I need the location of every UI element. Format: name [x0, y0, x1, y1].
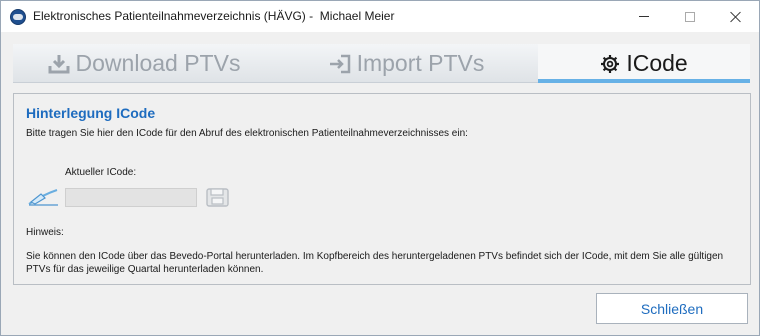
- tab-import-ptvs[interactable]: Import PTVs: [275, 44, 538, 83]
- tab-download-ptvs[interactable]: Download PTVs: [13, 44, 275, 83]
- save-disk-icon: [206, 188, 229, 207]
- icode-input[interactable]: [65, 188, 197, 207]
- hint-text: Sie können den ICode über das Bevedo-Por…: [26, 251, 724, 275]
- close-window-button[interactable]: [713, 1, 759, 32]
- import-icon: [329, 54, 350, 73]
- icode-field-label: Aktueller ICode:: [65, 167, 137, 178]
- minimize-icon: [639, 16, 649, 17]
- save-icode-button[interactable]: [204, 187, 231, 208]
- app-logo-icon: [10, 9, 26, 25]
- gear-icon: [601, 54, 620, 73]
- app-window: Elektronisches Patienteilnahmeverzeichni…: [0, 0, 760, 336]
- close-button[interactable]: Schließen: [596, 293, 748, 324]
- intro-text: Bitte tragen Sie hier den ICode für den …: [26, 128, 468, 139]
- download-icon: [48, 54, 70, 73]
- window-title: Elektronisches Patienteilnahmeverzeichni…: [33, 9, 395, 23]
- tab-label: Import PTVs: [356, 50, 485, 76]
- icode-panel: Hinterlegung ICode Bitte tragen Sie hier…: [13, 93, 751, 285]
- minimize-button[interactable]: [621, 1, 667, 32]
- maximize-icon: [685, 11, 695, 22]
- title-bar: Elektronisches Patienteilnahmeverzeichni…: [1, 1, 759, 32]
- tab-icode[interactable]: ICode: [538, 44, 750, 83]
- edit-icode-button[interactable]: [27, 188, 60, 206]
- close-icon: [730, 11, 742, 23]
- maximize-button[interactable]: [667, 1, 713, 32]
- tab-label: Download PTVs: [75, 50, 241, 76]
- pen-icon: [28, 189, 58, 206]
- tab-label: ICode: [626, 50, 688, 76]
- hint-label: Hinweis:: [26, 227, 64, 238]
- tab-bar: Download PTVs Import PTVs ICode: [13, 44, 750, 83]
- active-tab-indicator: [538, 79, 750, 83]
- panel-heading: Hinterlegung ICode: [26, 105, 156, 121]
